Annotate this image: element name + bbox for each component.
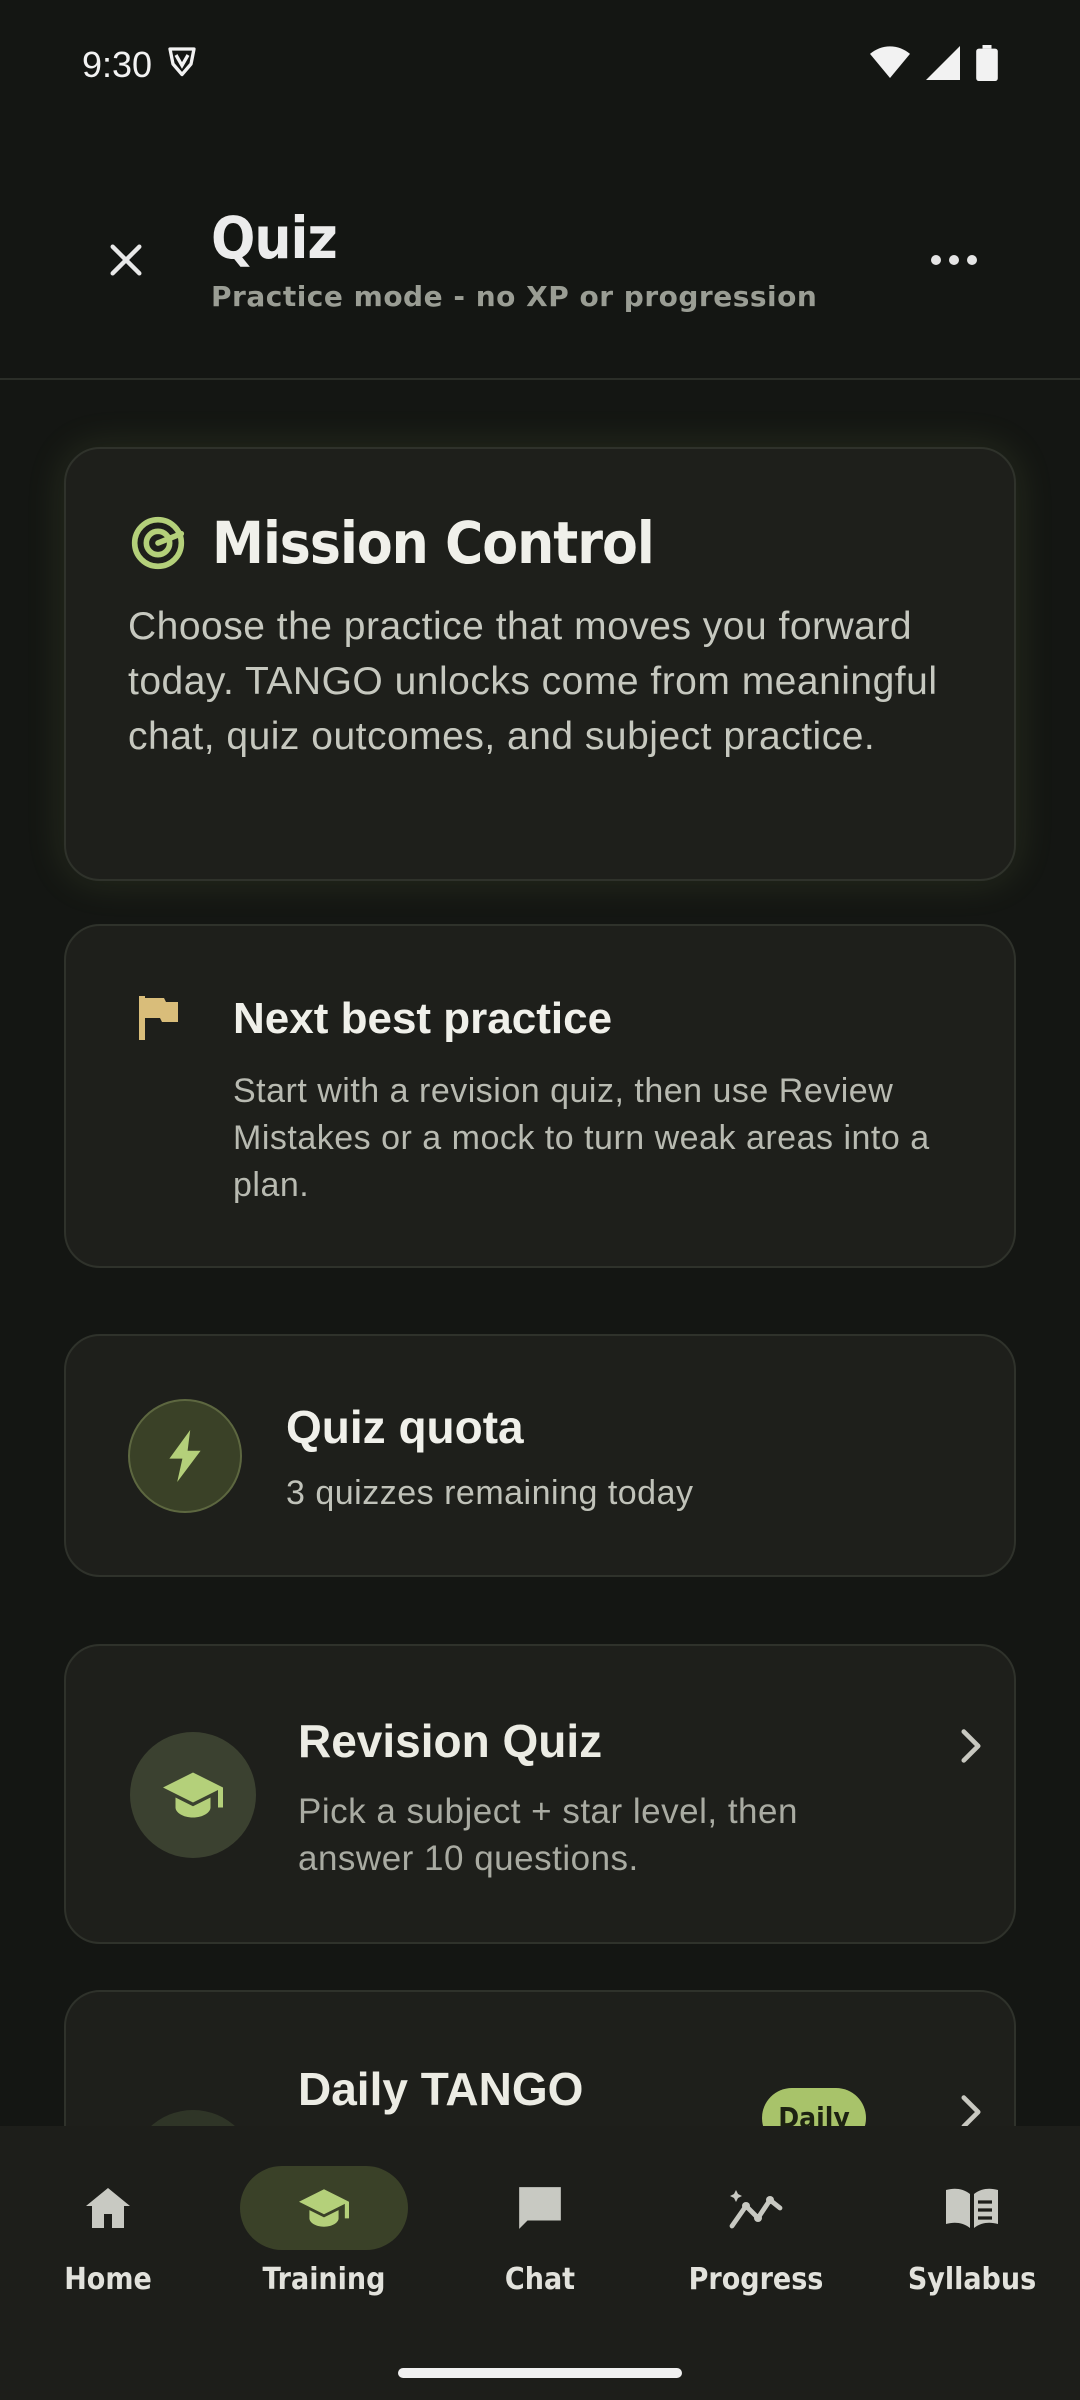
nav-icon-container	[672, 2166, 840, 2250]
status-bar: 9:30	[0, 0, 1080, 130]
nav-item-progress[interactable]: Progress	[656, 2166, 856, 2336]
graduation-cap-icon	[299, 2189, 349, 2227]
signal-icon	[926, 45, 960, 85]
next-practice-title: Next best practice	[233, 994, 613, 1043]
mission-description: Choose the practice that moves you forwa…	[128, 605, 938, 758]
quota-title: Quiz quota	[286, 1401, 524, 1453]
close-button[interactable]	[98, 232, 154, 288]
more-icon-dot	[967, 255, 977, 265]
next-best-practice-card: Next best practice Start with a revision…	[64, 924, 1016, 1268]
more-icon-dot	[949, 255, 959, 265]
nav-label: Progress	[688, 2262, 824, 2297]
nav-icon-container	[24, 2166, 192, 2250]
home-icon	[86, 2188, 130, 2228]
page-title: Quiz	[211, 204, 338, 272]
status-time-group: 9:30	[82, 43, 200, 88]
status-time: 9:30	[82, 44, 153, 85]
nav-label: Chat	[504, 2262, 576, 2297]
quota-remaining: 3 quizzes remaining today	[286, 1474, 694, 1512]
nav-item-home[interactable]: Home	[8, 2166, 208, 2336]
lightning-icon	[169, 1430, 201, 1482]
quiz-quota-card: Quiz quota 3 quizzes remaining today	[64, 1334, 1016, 1577]
battery-icon	[976, 44, 998, 86]
progress-icon	[729, 2190, 783, 2229]
chevron-right-icon	[956, 1726, 986, 1766]
page-subtitle: Practice mode - no XP or progression	[211, 280, 818, 313]
mission-title: Mission Control	[212, 509, 655, 577]
book-icon	[946, 2188, 998, 2228]
revision-quiz-title: Revision Quiz	[298, 1715, 603, 1767]
close-icon	[110, 244, 142, 276]
nav-item-chat[interactable]: Chat	[440, 2166, 640, 2336]
revision-quiz-description: Pick a subject + star level, then answer…	[298, 1792, 798, 1878]
status-icons	[870, 44, 998, 86]
chat-icon	[519, 2187, 561, 2229]
flag-icon	[138, 994, 182, 1047]
revision-icon-circle	[130, 1732, 256, 1858]
wifi-icon	[870, 45, 910, 85]
target-icon	[130, 515, 186, 576]
quota-icon-circle	[128, 1399, 242, 1513]
nav-label: Home	[64, 2262, 152, 2297]
graduation-cap-icon	[163, 1772, 223, 1818]
nav-item-syllabus[interactable]: Syllabus	[872, 2166, 1072, 2336]
revision-quiz-card[interactable]: Revision Quiz Pick a subject + star leve…	[64, 1644, 1016, 1944]
mission-control-card: Mission Control Choose the practice that…	[64, 447, 1016, 881]
vpn-shield-icon	[164, 43, 200, 88]
home-indicator[interactable]	[398, 2368, 682, 2378]
nav-icon-container	[456, 2166, 624, 2250]
nav-item-training[interactable]: Training	[224, 2166, 424, 2336]
nav-icon-container	[888, 2166, 1056, 2250]
daily-tango-title: Daily TANGO	[298, 2063, 584, 2115]
next-practice-description: Start with a revision quiz, then use Rev…	[233, 1072, 930, 1204]
more-options-button[interactable]	[920, 240, 988, 280]
bottom-navigation: Home Training Chat Progress Syllabus	[0, 2126, 1080, 2400]
nav-label: Training	[262, 2262, 386, 2297]
app-header: Quiz Practice mode - no XP or progressio…	[0, 180, 1080, 380]
more-icon-dot	[931, 255, 941, 265]
nav-icon-container	[240, 2166, 408, 2250]
nav-label: Syllabus	[907, 2262, 1037, 2297]
